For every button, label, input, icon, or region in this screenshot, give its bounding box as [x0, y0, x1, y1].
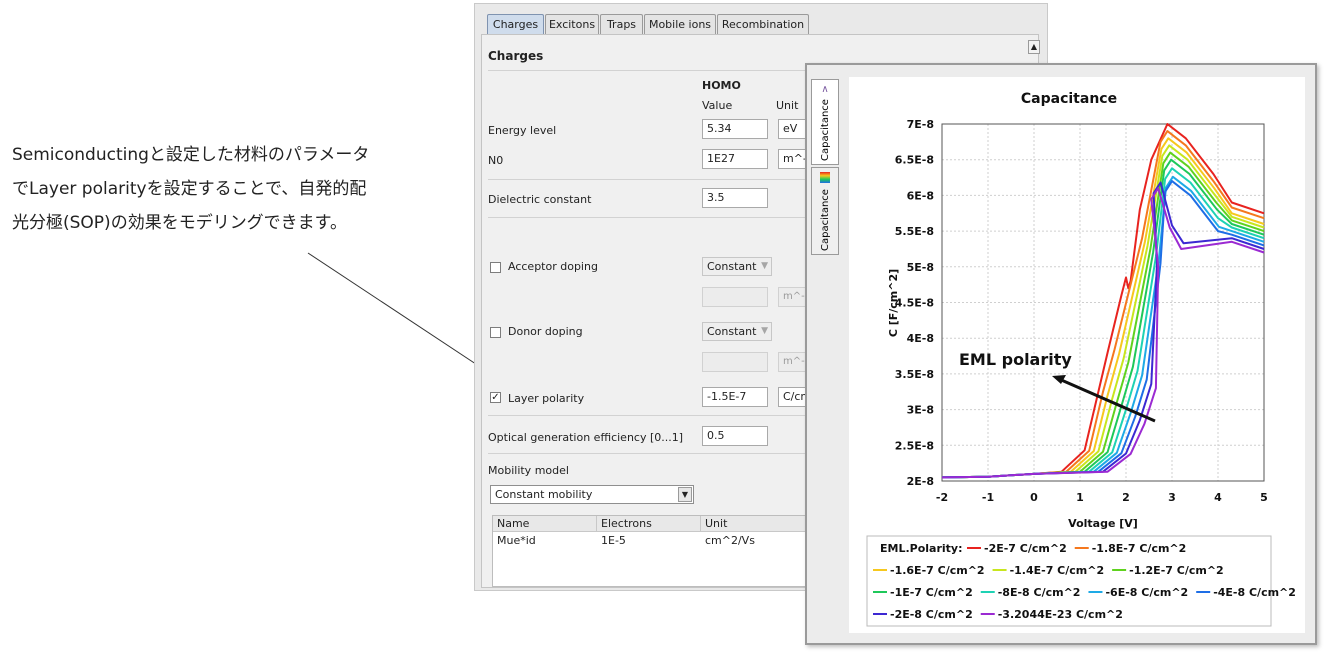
mobility-model-select[interactable]: Constant mobility ▼ — [490, 485, 694, 504]
table-cell[interactable]: cm^2/Vs — [701, 533, 755, 548]
unit-header: Unit — [776, 99, 799, 112]
legend-label: -4E-8 C/cm^2 — [1213, 586, 1296, 599]
donor-doping-label: Donor doping — [508, 325, 583, 338]
y-tick-label: 3.5E-8 — [895, 368, 934, 381]
donor-doping-mode[interactable]: Constant ▼ — [702, 322, 772, 341]
x-tick-label: 0 — [1030, 491, 1038, 504]
annotation-text: EML polarity — [959, 350, 1072, 369]
acceptor-doping-checkbox[interactable] — [490, 262, 501, 273]
mobility-model-value: Constant mobility — [495, 488, 593, 501]
y-tick-label: 5E-8 — [907, 261, 934, 274]
acceptor-doping-mode[interactable]: Constant ▼ — [702, 257, 772, 276]
chevron-down-icon[interactable]: ▼ — [678, 487, 692, 502]
vtab-capacitance-1[interactable]: ∧ Capacitance — [811, 79, 839, 165]
acceptor-doping-label: Acceptor doping — [508, 260, 598, 273]
acceptor-doping-mode-value: Constant — [707, 260, 757, 273]
chart-title: Capacitance — [1021, 91, 1117, 107]
legend-label: -1.2E-7 C/cm^2 — [1129, 564, 1224, 577]
layer-polarity-label: Layer polarity — [508, 392, 585, 405]
donor-doping-mode-value: Constant — [707, 325, 757, 338]
table-header-name[interactable]: Name — [493, 516, 597, 532]
y-tick-label: 7E-8 — [907, 118, 934, 131]
energy-level-input[interactable]: 5.34 — [702, 119, 768, 139]
mobility-model-label: Mobility model — [488, 464, 569, 477]
dielectric-input[interactable]: 3.5 — [702, 188, 768, 208]
vtab-capacitance-1-label: Capacitance — [820, 99, 831, 161]
scroll-up-icon[interactable]: ▲ — [1028, 40, 1040, 54]
chevron-down-icon: ▼ — [761, 261, 768, 271]
legend-title: EML.Polarity: — [880, 542, 962, 555]
y-tick-label: 4.5E-8 — [895, 297, 934, 310]
y-tick-label: 3E-8 — [907, 404, 934, 417]
legend-label: -1E-7 C/cm^2 — [890, 586, 973, 599]
acceptor-doping-unit: m^-3 — [778, 287, 808, 307]
energy-level-unit[interactable]: eV — [778, 119, 808, 139]
legend-label: -1.4E-7 C/cm^2 — [1010, 564, 1105, 577]
x-tick-label: 3 — [1168, 491, 1176, 504]
legend-label: -3.2044E-23 C/cm^2 — [998, 608, 1123, 621]
layer-polarity-input[interactable]: -1.5E-7 — [702, 387, 768, 407]
table-header-electrons[interactable]: Electrons — [597, 516, 701, 532]
y-axis-label: C [F/cm^2] — [887, 269, 900, 337]
table-cell[interactable]: Mue*id — [493, 533, 536, 548]
vtab-capacitance-2-label: Capacitance — [820, 189, 831, 251]
y-tick-label: 6E-8 — [907, 189, 934, 202]
donor-doping-checkbox[interactable] — [490, 327, 501, 338]
capacitance-window: ∧ Capacitance Capacitance Capacitance 2E… — [805, 63, 1317, 645]
dielectric-label: Dielectric constant — [488, 193, 592, 206]
optical-generation-label: Optical generation efficiency [0...1] — [488, 431, 684, 444]
legend-label: -6E-8 C/cm^2 — [1105, 586, 1188, 599]
legend-label: -8E-8 C/cm^2 — [998, 586, 1081, 599]
legend-label: -2E-8 C/cm^2 — [890, 608, 973, 621]
chevron-down-icon: ▼ — [761, 326, 768, 336]
x-tick-label: 5 — [1260, 491, 1268, 504]
x-tick-label: 4 — [1214, 491, 1222, 504]
donor-doping-input — [702, 352, 768, 372]
y-tick-label: 2.5E-8 — [895, 439, 934, 452]
legend-label: -1.8E-7 C/cm^2 — [1092, 542, 1187, 555]
value-header: Value — [702, 99, 733, 112]
donor-doping-unit: m^-3 — [778, 352, 808, 372]
layer-polarity-checkbox[interactable]: ✓ — [490, 392, 501, 403]
capacitance-chart: Capacitance 2E-8 2.5E-8 3E-8 3.5E-8 4E-8 4.5E… — [849, 77, 1305, 633]
tab-charges[interactable]: Charges — [487, 14, 544, 34]
x-tick-label: 1 — [1076, 491, 1084, 504]
table-header-unit[interactable]: Unit — [701, 516, 811, 532]
n0-input[interactable]: 1E27 — [702, 149, 768, 169]
x-tick-label: -2 — [936, 491, 948, 504]
n0-unit[interactable]: m^-3 — [778, 149, 808, 169]
section-title: Charges — [488, 49, 544, 63]
layer-polarity-unit[interactable]: C/cm — [778, 387, 808, 407]
x-tick-label: -1 — [982, 491, 994, 504]
energy-level-label: Energy level — [488, 124, 557, 137]
y-tick-label: 4E-8 — [907, 332, 934, 345]
tab-excitons[interactable]: Excitons — [545, 14, 599, 34]
optical-generation-input[interactable]: 0.5 — [702, 426, 768, 446]
tab-mobile-ions[interactable]: Mobile ions — [644, 14, 716, 34]
plot-area: Capacitance 2E-8 2.5E-8 3E-8 3.5E-8 4E-8 4.5E… — [849, 77, 1305, 633]
y-tick-label: 2E-8 — [907, 475, 934, 488]
x-axis-label: Voltage [V] — [1068, 517, 1138, 530]
x-tick-label: 2 — [1122, 491, 1130, 504]
tab-recombination[interactable]: Recombination — [717, 14, 809, 34]
table-cell[interactable]: 1E-5 — [597, 533, 626, 548]
acceptor-doping-input — [702, 287, 768, 307]
y-tick-label: 5.5E-8 — [895, 225, 934, 238]
legend-label: -1.6E-7 C/cm^2 — [890, 564, 985, 577]
y-tick-label: 6.5E-8 — [895, 154, 934, 167]
homo-header: HOMO — [702, 79, 741, 92]
mobility-table: Name Electrons Unit Mue*id 1E-5 cm^2/Vs — [492, 515, 812, 587]
n0-label: N0 — [488, 154, 504, 167]
vtab-capacitance-2[interactable]: Capacitance — [811, 167, 839, 255]
legend-label: -2E-7 C/cm^2 — [984, 542, 1067, 555]
tab-traps[interactable]: Traps — [600, 14, 643, 34]
